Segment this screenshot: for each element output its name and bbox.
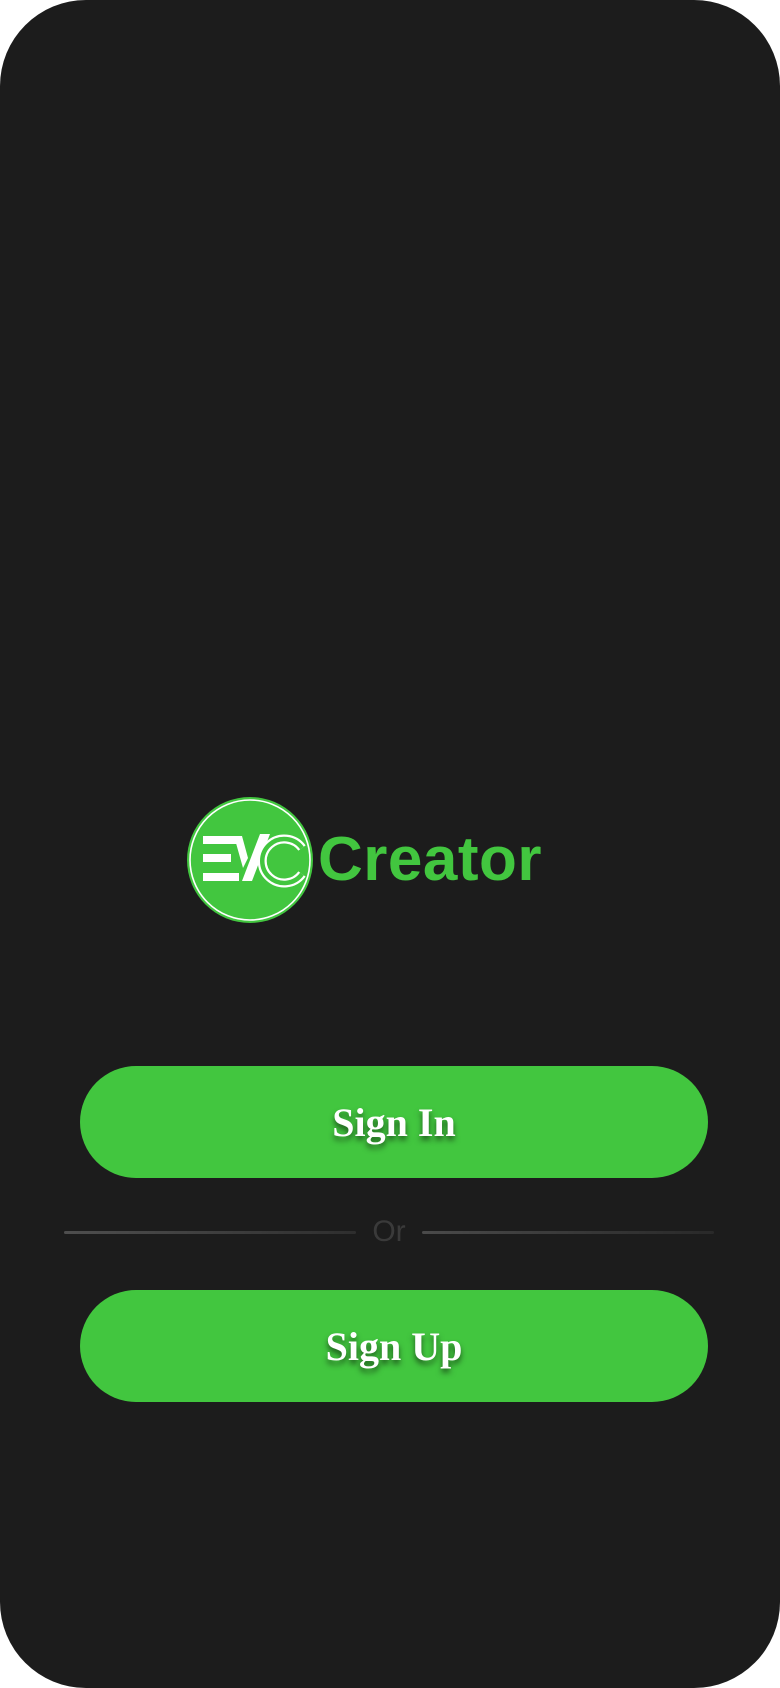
divider-line-right [422,1231,714,1234]
app-logo: Creator [186,796,542,924]
app-screen: Creator Sign In Or Sign Up [0,0,780,1688]
sign-in-label: Sign In [332,1099,456,1145]
app-title: Creator [318,825,543,894]
divider-label: Or [372,1215,406,1248]
sign-up-label: Sign Up [325,1323,463,1369]
divider-line-left [64,1231,356,1234]
sign-up-button[interactable]: Sign Up [80,1290,708,1402]
evc-logo-icon [186,796,314,924]
sign-in-button[interactable]: Sign In [80,1066,708,1178]
